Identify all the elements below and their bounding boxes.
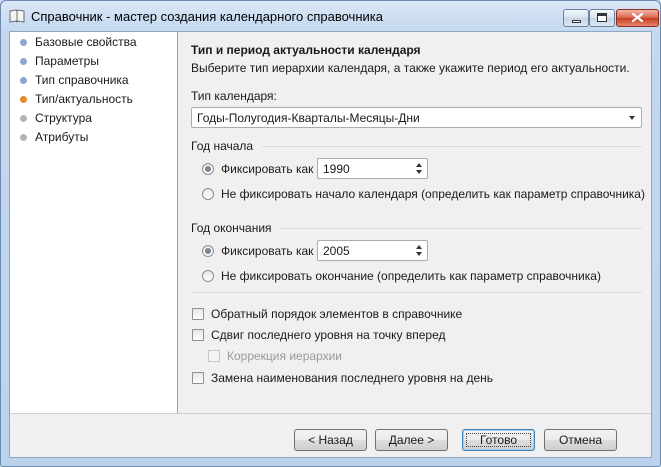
start-nofix-radio[interactable] xyxy=(202,188,214,200)
focus-rect xyxy=(466,433,531,447)
minimize-icon xyxy=(572,20,581,23)
reverse-order-label: Обратный порядок элементов в справочнике xyxy=(211,307,463,321)
step-done-icon xyxy=(20,76,27,84)
step-label: Параметры xyxy=(35,54,99,68)
wizard-footer: < Назад Далее > Готово Отмена xyxy=(10,413,651,457)
close-icon xyxy=(631,12,644,23)
end-nofix-label: Не фиксировать окончание (определить как… xyxy=(221,269,601,283)
end-year-value: 2005 xyxy=(323,244,350,258)
cancel-button[interactable]: Отмена xyxy=(544,429,617,451)
wizard-page: Тип и период актуальности календаря Выбе… xyxy=(179,32,651,413)
next-button[interactable]: Далее > xyxy=(375,429,448,451)
reverse-order-checkbox[interactable] xyxy=(192,308,204,320)
step-pending-icon xyxy=(20,133,27,141)
start-year-separator xyxy=(262,146,642,147)
step-label: Тип/актуальность xyxy=(35,92,133,106)
rename-last-level-label: Замена наименования последнего уровня на… xyxy=(211,371,494,385)
spin-down-icon[interactable] xyxy=(416,170,422,174)
hierarchy-correction-checkbox[interactable] xyxy=(208,350,220,362)
step-label: Структура xyxy=(35,111,92,125)
start-year-group-label: Год начала xyxy=(191,139,254,153)
start-fix-label: Фиксировать как xyxy=(221,162,314,176)
shift-last-level-checkbox[interactable] xyxy=(192,329,204,341)
wizard-window: Справочник - мастер создания календарног… xyxy=(0,0,661,467)
shift-last-level-label: Сдвиг последнего уровня на точку вперед xyxy=(211,328,446,342)
close-button[interactable] xyxy=(616,9,659,27)
rename-last-level-checkbox[interactable] xyxy=(192,372,204,384)
step-label: Атрибуты xyxy=(35,130,89,144)
end-year-spinner[interactable]: 2005 xyxy=(317,240,428,261)
back-button[interactable]: < Назад xyxy=(294,429,367,451)
spin-up-icon[interactable] xyxy=(416,245,422,249)
end-year-group-label: Год окончания xyxy=(191,221,272,235)
maximize-icon xyxy=(597,13,607,22)
step-attributes[interactable]: Атрибуты xyxy=(20,128,88,146)
maximize-button[interactable] xyxy=(589,9,615,27)
step-basic-properties[interactable]: Базовые свойства xyxy=(20,33,137,51)
step-directory-type[interactable]: Тип справочника xyxy=(20,71,129,89)
finish-button[interactable]: Готово xyxy=(462,429,535,451)
end-year-separator xyxy=(281,228,642,229)
step-label: Тип справочника xyxy=(35,73,129,87)
end-fix-radio[interactable] xyxy=(202,245,214,257)
step-current-icon xyxy=(20,95,27,103)
step-done-icon xyxy=(20,57,27,65)
spin-up-icon[interactable] xyxy=(416,163,422,167)
calendar-type-select[interactable]: Годы-Полугодия-Кварталы-Месяцы-Дни xyxy=(191,107,642,128)
wizard-client: Базовые свойства Параметры Тип справочни… xyxy=(9,31,652,458)
step-pending-icon xyxy=(20,114,27,122)
wizard-steps: Базовые свойства Параметры Тип справочни… xyxy=(10,32,178,413)
start-year-value: 1990 xyxy=(323,162,350,176)
page-description: Выберите тип иерархии календаря, а также… xyxy=(191,61,630,75)
step-parameters[interactable]: Параметры xyxy=(20,52,99,70)
spin-down-icon[interactable] xyxy=(416,252,422,256)
chevron-down-icon xyxy=(629,116,635,120)
title-bar[interactable]: Справочник - мастер создания календарног… xyxy=(1,1,660,31)
end-fix-label: Фиксировать как xyxy=(221,244,314,258)
calendar-type-value: Годы-Полугодия-Кварталы-Месяцы-Дни xyxy=(197,111,420,125)
minimize-button[interactable] xyxy=(563,9,589,27)
page-title: Тип и период актуальности календаря xyxy=(191,43,421,57)
step-done-icon xyxy=(20,38,27,46)
step-structure[interactable]: Структура xyxy=(20,109,92,127)
step-type-actuality[interactable]: Тип/актуальность xyxy=(20,90,133,108)
calendar-type-label: Тип календаря: xyxy=(191,89,277,103)
start-year-spinner[interactable]: 1990 xyxy=(317,158,428,179)
step-label: Базовые свойства xyxy=(35,35,137,49)
start-fix-radio[interactable] xyxy=(202,163,214,175)
hierarchy-correction-label: Коррекция иерархии xyxy=(227,349,343,363)
end-nofix-radio[interactable] xyxy=(202,270,214,282)
book-icon xyxy=(9,9,25,23)
start-nofix-label: Не фиксировать начало календаря (определ… xyxy=(221,187,645,201)
options-separator xyxy=(191,292,642,293)
window-title: Справочник - мастер создания календарног… xyxy=(31,9,383,24)
